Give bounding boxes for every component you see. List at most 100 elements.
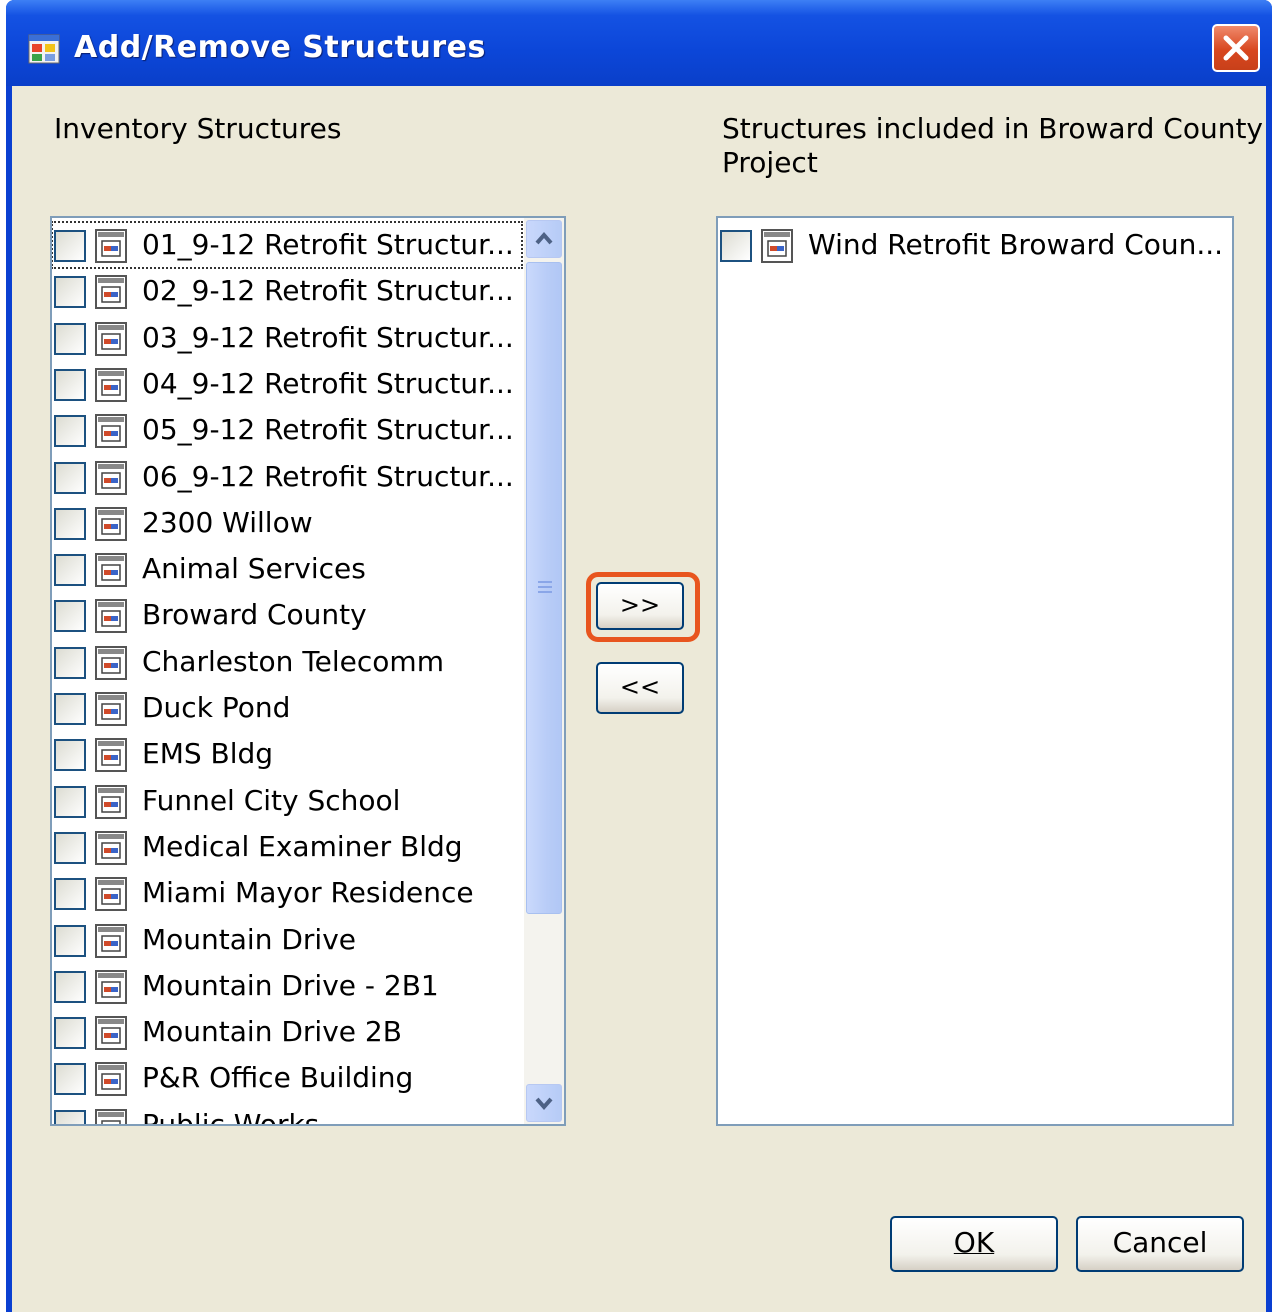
scroll-thumb[interactable] (526, 262, 562, 914)
list-item[interactable]: Miami Mayor Residence (52, 870, 522, 916)
item-checkbox[interactable] (54, 739, 86, 772)
item-label: 05_9-12 Retrofit Structur... (142, 413, 514, 447)
scroll-grip (538, 591, 552, 593)
project-structures-list[interactable]: Wind Retrofit Broward Coun... (716, 216, 1234, 1126)
item-checkbox[interactable] (54, 368, 86, 401)
project-structures-label: Structures included in Broward County Pr… (722, 112, 1263, 180)
scroll-grip (538, 581, 552, 583)
item-checkbox[interactable] (54, 322, 86, 355)
item-checkbox[interactable] (54, 554, 86, 587)
structure-document-icon (94, 923, 128, 959)
structure-document-icon (760, 228, 794, 264)
structure-document-icon (94, 645, 128, 681)
structure-document-icon (94, 1015, 128, 1051)
list-item[interactable]: 02_9-12 Retrofit Structur... (52, 268, 522, 314)
item-checkbox[interactable] (54, 600, 86, 633)
inventory-structures-list[interactable]: 01_9-12 Retrofit Structur... 02_9-12 Retr… (50, 216, 566, 1126)
item-checkbox[interactable] (54, 785, 86, 818)
list-item[interactable]: Mountain Drive 2B (52, 1009, 522, 1055)
item-checkbox[interactable] (54, 507, 86, 540)
item-label: Mountain Drive - 2B1 (142, 968, 439, 1002)
window-title: Add/Remove Structures (74, 30, 486, 65)
item-checkbox[interactable] (54, 461, 86, 494)
structure-document-icon (94, 969, 128, 1005)
list-item[interactable]: Charleston Telecomm (52, 639, 522, 685)
scroll-down-button[interactable] (526, 1084, 562, 1122)
inventory-list-scrollbar[interactable] (524, 218, 564, 1124)
item-checkbox[interactable] (54, 1017, 86, 1050)
structure-document-icon (94, 413, 128, 449)
item-label: 2300 Willow (142, 505, 313, 539)
ok-button-label: OK (953, 1226, 995, 1259)
item-label: Public Works (142, 1107, 320, 1126)
structure-document-icon (94, 321, 128, 357)
ok-button[interactable]: OK (890, 1216, 1058, 1272)
item-label: Mountain Drive (142, 922, 356, 956)
list-item[interactable]: 06_9-12 Retrofit Structur... (52, 454, 522, 500)
list-item[interactable]: 2300 Willow (52, 500, 522, 546)
remove-from-project-button[interactable]: << (596, 662, 684, 714)
item-label: 03_9-12 Retrofit Structur... (142, 320, 514, 354)
list-item[interactable]: Wind Retrofit Broward Coun... (718, 222, 1223, 268)
list-item[interactable]: Public Works (52, 1102, 522, 1126)
item-label: Funnel City School (142, 783, 401, 817)
chevron-down-icon (535, 1097, 553, 1111)
item-checkbox[interactable] (54, 831, 86, 864)
item-checkbox[interactable] (54, 415, 86, 448)
list-item[interactable]: 05_9-12 Retrofit Structur... (52, 407, 522, 453)
item-checkbox[interactable] (54, 693, 86, 725)
list-item[interactable]: Mountain Drive (52, 917, 522, 963)
structure-document-icon (94, 506, 128, 542)
structure-document-icon (94, 228, 128, 264)
item-checkbox[interactable] (720, 230, 752, 262)
item-checkbox[interactable] (54, 230, 86, 262)
list-item[interactable]: 03_9-12 Retrofit Structur... (52, 315, 522, 361)
structure-document-icon (94, 1108, 128, 1124)
list-item[interactable]: Broward County (52, 592, 522, 638)
item-checkbox[interactable] (54, 1063, 86, 1096)
item-label: P&R Office Building (142, 1061, 414, 1095)
item-label: Charleston Telecomm (142, 644, 444, 678)
list-item[interactable]: EMS Bldg (52, 731, 522, 777)
structure-document-icon (94, 830, 128, 866)
list-item[interactable]: Funnel City School (52, 778, 522, 824)
cancel-button[interactable]: Cancel (1076, 1216, 1244, 1272)
project-structures-label-line2: Project (722, 146, 818, 179)
structure-document-icon (94, 737, 128, 773)
list-item[interactable]: Duck Pond (52, 685, 522, 731)
item-checkbox[interactable] (54, 924, 86, 957)
project-structures-label-line1: Structures included in Broward County (722, 112, 1263, 145)
item-label: 04_9-12 Retrofit Structur... (142, 366, 514, 400)
list-item[interactable]: 01_9-12 Retrofit Structur... (52, 221, 523, 269)
title-bar[interactable]: Add/Remove Structures (6, 0, 1272, 86)
structure-document-icon (94, 367, 128, 403)
structure-document-icon (94, 784, 128, 820)
item-checkbox[interactable] (54, 1109, 86, 1124)
item-label: Medical Examiner Bldg (142, 829, 463, 863)
structure-document-icon (94, 1061, 128, 1097)
list-item[interactable]: Mountain Drive - 2B1 (52, 963, 522, 1009)
item-checkbox[interactable] (54, 878, 86, 911)
cancel-button-label: Cancel (1112, 1226, 1208, 1259)
list-item[interactable]: Animal Services (52, 546, 522, 592)
item-checkbox[interactable] (54, 276, 86, 309)
item-label: Miami Mayor Residence (142, 876, 474, 910)
item-checkbox[interactable] (54, 646, 86, 679)
structure-document-icon (94, 691, 128, 727)
add-to-project-button[interactable]: >> (596, 582, 684, 630)
list-item[interactable]: P&R Office Building (52, 1055, 522, 1101)
item-checkbox[interactable] (54, 970, 86, 1003)
item-label: EMS Bldg (142, 737, 274, 771)
item-label: 01_9-12 Retrofit Structur... (142, 228, 514, 261)
item-label: Broward County (142, 598, 367, 632)
item-label: 02_9-12 Retrofit Structur... (142, 274, 514, 308)
list-item[interactable]: Medical Examiner Bldg (52, 824, 522, 870)
item-label: 06_9-12 Retrofit Structur... (142, 459, 514, 493)
list-item[interactable]: 04_9-12 Retrofit Structur... (52, 361, 522, 407)
dialog-client-area: Inventory Structures Structures included… (12, 86, 1266, 1312)
close-button[interactable] (1212, 24, 1260, 72)
scroll-up-button[interactable] (526, 220, 562, 258)
item-label: Duck Pond (142, 691, 291, 724)
inventory-structures-label: Inventory Structures (54, 112, 342, 145)
dialog-window: Add/Remove Structures Inventory Structur… (6, 0, 1272, 1312)
